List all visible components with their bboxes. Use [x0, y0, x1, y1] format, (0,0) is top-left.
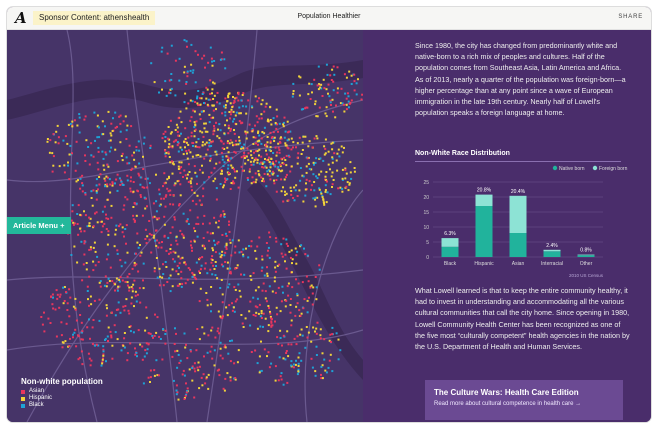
- chart-category-label: Other: [580, 261, 593, 267]
- race-distribution-chart: Non-White Race Distribution Native born F…: [415, 150, 631, 280]
- top-bar: A Sponsor Content: athenshealth Populati…: [7, 7, 651, 30]
- legend-item: Asian: [21, 388, 103, 395]
- chart-category-label: Hispanic: [474, 261, 494, 267]
- chart-bar-total: 0.8%: [580, 248, 592, 254]
- chart-bar: [509, 233, 527, 257]
- map-legend: Non-white population Asian Hispanic Black: [21, 377, 103, 409]
- intro-paragraph: Since 1980, the city has changed from pr…: [415, 41, 626, 118]
- legend-items: Asian Hispanic Black: [21, 388, 103, 409]
- chart-bar: [543, 249, 561, 252]
- plus-icon: +: [60, 221, 65, 230]
- chart-ytick: 15: [423, 210, 429, 216]
- related-article-title: The Culture Wars: Health Care Edition: [434, 388, 579, 397]
- chart-ytick: 20: [423, 195, 429, 201]
- chart-ytick: 0: [426, 255, 429, 261]
- chart-category-label: Asian: [512, 261, 525, 267]
- chart-source: 2010 US Census: [569, 273, 604, 278]
- legend-item: Black: [21, 402, 103, 409]
- chart-bar: [577, 255, 595, 257]
- legend-swatch: [21, 389, 25, 394]
- legend-swatch: [21, 403, 25, 408]
- chart-bar-total: 20.4%: [511, 189, 526, 195]
- legend-label: Asian: [29, 388, 45, 394]
- app-frame: A Sponsor Content: athenshealth Populati…: [7, 7, 651, 422]
- chart-bar: [475, 206, 493, 257]
- related-article-link[interactable]: Read more about cultural competence in h…: [434, 401, 581, 407]
- chart-ytick: 10: [423, 225, 429, 231]
- chart-canvas: Native born Foreign born 0 5 10 15 20 25 6.3% Bla…: [423, 165, 628, 278]
- chart-bar: [441, 238, 459, 247]
- article-menu-button[interactable]: Article Menu +: [7, 217, 71, 234]
- share-button[interactable]: SHARE: [618, 14, 643, 20]
- chart-category-label: Interracial: [541, 261, 563, 267]
- chart-category-label: Black: [444, 261, 457, 267]
- chart-legend-swatch: [592, 165, 598, 171]
- article-panel: Since 1980, the city has changed from pr…: [363, 30, 651, 422]
- chart-ytick: 25: [423, 180, 429, 186]
- chart-title: Non-White Race Distribution: [415, 150, 510, 157]
- related-article-card[interactable]: The Culture Wars: Health Care Edition Re…: [425, 380, 623, 420]
- legend-item: Hispanic: [21, 395, 103, 402]
- chart-legend-label: Native born: [559, 166, 585, 172]
- chart-legend-swatch: [552, 165, 558, 171]
- legend-label: Hispanic: [29, 395, 53, 401]
- chart-bar-total: 2.4%: [546, 243, 558, 249]
- legend-label: Black: [29, 402, 44, 408]
- chart-bar: [543, 251, 561, 257]
- population-map[interactable]: Article Menu + Non-white population Asia…: [7, 30, 363, 422]
- chart-ytick: 5: [426, 240, 429, 246]
- chart-bar-total: 20.8%: [477, 188, 492, 194]
- chart-legend-label: Foreign born: [599, 166, 628, 172]
- body-paragraph: What Lowell learned is that to keep the …: [415, 286, 630, 352]
- chart-bar: [509, 195, 527, 233]
- page-title: Population Healthier: [297, 13, 361, 20]
- chart-bar: [441, 246, 459, 257]
- chart-bar: [577, 254, 595, 256]
- chart-bar-total: 6.3%: [444, 231, 456, 237]
- legend-title: Non-white population: [21, 377, 103, 386]
- legend-swatch: [21, 396, 25, 401]
- chart-bar: [475, 194, 493, 206]
